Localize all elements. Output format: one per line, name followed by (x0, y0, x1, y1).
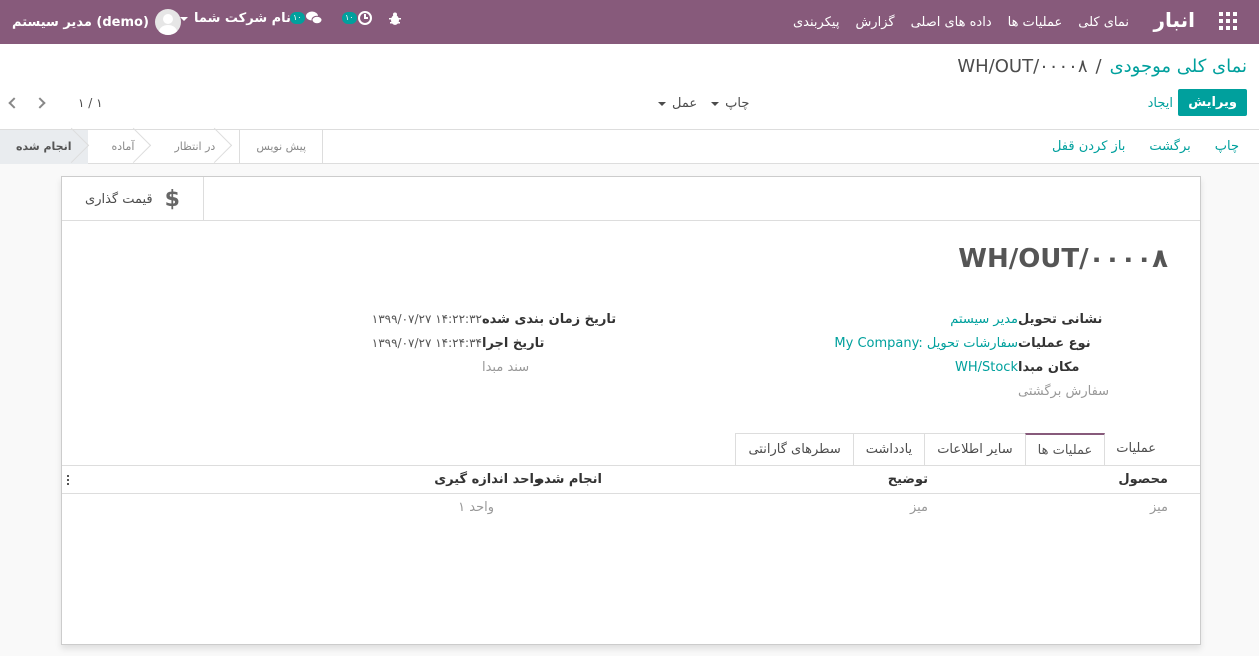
breadcrumb: نمای کلی موجودی / WH/OUT/۰۰۰۰۸ (957, 56, 1247, 77)
scheduled-date-label: تاریخ زمان بندی شده (482, 311, 617, 327)
effective-date-label: تاریخ اجرا (482, 335, 545, 351)
tab-divider (62, 465, 1200, 466)
apps-menu-icon[interactable] (1219, 12, 1237, 30)
tab-operations[interactable]: عملیات (1104, 433, 1168, 466)
cell-description: میز (909, 500, 928, 515)
col-description[interactable]: توضیح (888, 472, 928, 487)
return-button[interactable]: برگشت (1149, 139, 1190, 154)
form-group-left: تاریخ زمان بندی شده ۱۳۹۹/۰۷/۲۷ ۱۴:۲۲:۳۲ … (362, 307, 632, 379)
bug-icon[interactable] (388, 12, 402, 26)
breadcrumb-parent[interactable]: نمای کلی موجودی (1110, 56, 1247, 77)
create-button[interactable]: ایجاد (1148, 96, 1173, 111)
messages-menu[interactable]: ۱۰ (290, 10, 323, 26)
chevron-down-icon (180, 16, 188, 21)
app-brand[interactable]: انبار (1153, 8, 1195, 32)
chevron-right-icon[interactable] (34, 97, 46, 109)
chat-icon (305, 11, 323, 25)
print-label: چاپ (725, 96, 750, 111)
company-name: نام شرکت شما (194, 11, 291, 26)
form-group-right: نشانی تحویل مدیر سیستم نوع عملیات My Com… (648, 307, 1168, 403)
main-menu: نمای کلی عملیات ها داده های اصلی گزارش پ… (777, 0, 1129, 44)
print-dropdown[interactable]: چاپ (711, 96, 749, 111)
optional-columns-icon[interactable] (67, 475, 69, 485)
cell-product: میز (1149, 500, 1168, 515)
chevron-down-icon (658, 101, 666, 106)
operation-type-label: نوع عملیات (1018, 335, 1091, 351)
stage-separator (88, 130, 96, 164)
effective-date-field[interactable]: ۱۳۹۹/۰۷/۲۷ ۱۴:۲۴:۳۴ (372, 336, 482, 350)
tab-note[interactable]: یادداشت (852, 433, 926, 466)
menu-operations[interactable]: عملیات ها (1008, 15, 1063, 30)
user-menu[interactable]: مدیر سیستم (demo) (12, 6, 181, 38)
tab-detailed-operations[interactable]: عملیات ها (1024, 433, 1106, 466)
company-switcher[interactable]: نام شرکت شما (180, 11, 291, 26)
form-sheet: قیمت گذاری $ WH/OUT/۰۰۰۰۸ نشانی تحویل مد… (61, 176, 1201, 645)
edit-button[interactable]: ویرایش (1178, 89, 1247, 116)
table-row[interactable]: میز میز ۱ واحد (62, 497, 1200, 521)
menu-master-data[interactable]: داده های اصلی (911, 15, 992, 30)
activities-menu[interactable]: ۱۰ (342, 10, 373, 26)
smart-button-label: قیمت گذاری (85, 191, 153, 207)
valuation-smart-button[interactable]: قیمت گذاری $ (62, 177, 204, 221)
breadcrumb-current: WH/OUT/۰۰۰۰۸ (957, 56, 1088, 77)
notebook-tabs: عملیات عملیات ها سایر اطلاعات یادداشت سط… (735, 433, 1168, 466)
scheduled-date-field[interactable]: ۱۳۹۹/۰۷/۲۷ ۱۴:۲۲:۳۲ (372, 312, 482, 326)
col-uom[interactable]: واحد اندازه گیری (434, 472, 542, 487)
button-box: قیمت گذاری $ (62, 177, 1200, 221)
header-actions: چاپ برگشت باز کردن قفل (1052, 139, 1239, 154)
tab-warranty-lines[interactable]: سطرهای گارانتی (735, 433, 854, 466)
stage-separator (150, 130, 158, 164)
top-navbar: انبار نمای کلی عملیات ها داده های اصلی گ… (0, 0, 1259, 44)
cell-done: ۱ واحد (458, 500, 494, 515)
pager: ۱ / ۱ (8, 96, 103, 110)
action-label: عمل (672, 96, 698, 111)
source-location-label: مکان مبدا (1018, 359, 1080, 375)
print-button[interactable]: چاپ (1215, 139, 1239, 154)
delivery-address-label: نشانی تحویل (1018, 311, 1103, 327)
source-location-field[interactable]: WH/Stock (955, 360, 1018, 375)
menu-overview[interactable]: نمای کلی (1078, 15, 1129, 30)
stage-separator (231, 130, 239, 164)
toolbar-dropdowns: عمل چاپ (658, 96, 749, 111)
activities-badge: ۱۰ (342, 12, 357, 24)
tab-other-info[interactable]: سایر اطلاعات (924, 433, 1026, 466)
col-done[interactable]: انجام شده (536, 472, 602, 487)
source-document-label: سند مبدا (482, 359, 530, 375)
user-name: مدیر سیستم (demo) (12, 14, 149, 30)
chevron-left-icon[interactable] (8, 97, 20, 109)
menu-reporting[interactable]: گزارش (855, 15, 894, 30)
clock-icon (357, 11, 372, 25)
messages-badge: ۱۰ (290, 12, 305, 24)
action-dropdown[interactable]: عمل (658, 96, 697, 111)
record-title: WH/OUT/۰۰۰۰۸ (958, 244, 1168, 274)
chevron-down-icon (711, 101, 720, 106)
status-bar: چاپ برگشت باز کردن قفل انجام شده آماده د… (0, 129, 1259, 164)
breadcrumb-separator: / (1095, 56, 1102, 77)
delivery-address-field[interactable]: مدیر سیستم (950, 312, 1018, 327)
dollar-icon: $ (164, 186, 180, 212)
operation-type-field[interactable]: My Company: سفارشات تحویل (834, 336, 1018, 351)
col-product[interactable]: محصول (1118, 472, 1168, 487)
table-header: محصول توضیح انجام شده واحد اندازه گیری (62, 469, 1200, 494)
unlock-button[interactable]: باز کردن قفل (1052, 139, 1125, 154)
pager-value[interactable]: ۱ / ۱ (78, 96, 103, 110)
return-order-label: سفارش برگشتی (1018, 383, 1110, 399)
stage-pipeline: انجام شده آماده در انتظار پیش نویس (0, 130, 324, 164)
avatar (154, 9, 181, 35)
stage-draft: پیش نویس (239, 130, 324, 164)
menu-configuration[interactable]: پیکربندی (793, 15, 839, 30)
